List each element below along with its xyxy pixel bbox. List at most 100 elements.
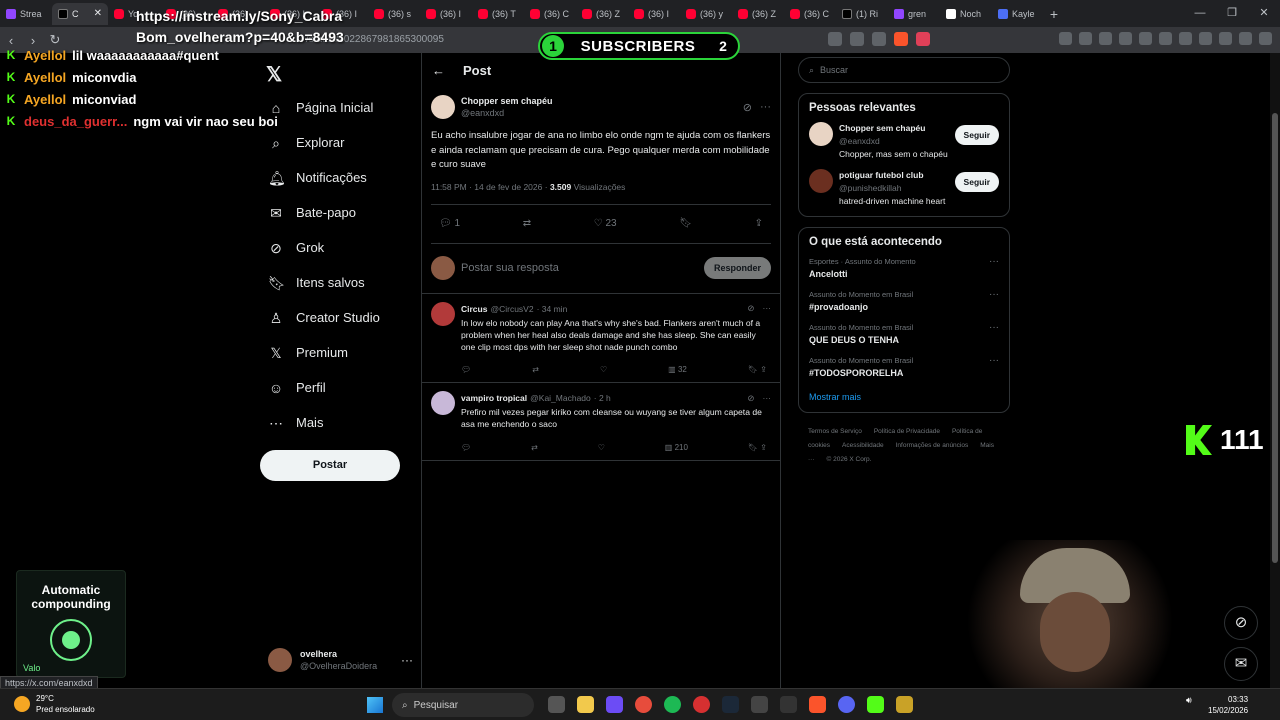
browser-tab[interactable]: (1) Ri xyxy=(836,3,888,25)
follow-button[interactable]: Seguir xyxy=(954,125,999,145)
opera-icon[interactable] xyxy=(693,696,710,713)
trend-item[interactable]: Assunto do Momento em Brasil #TODOSPORORE… xyxy=(809,355,999,380)
brave-shield-icon[interactable] xyxy=(894,32,908,46)
clock[interactable]: 03:33 15/02/2026 xyxy=(1208,694,1248,716)
views-action[interactable]: ▥ 32 xyxy=(668,365,687,374)
nav-item-grok[interactable]: ⊘ Grok xyxy=(260,230,380,265)
windows-start-icon[interactable] xyxy=(367,697,383,713)
cast-icon[interactable] xyxy=(850,32,864,46)
nav-item-perfil[interactable]: ☺ Perfil xyxy=(260,370,380,405)
profile-icon[interactable] xyxy=(1239,32,1252,45)
scrollbar[interactable] xyxy=(1270,53,1280,688)
person-name[interactable]: potiguar futebol club xyxy=(839,169,949,182)
footer-link[interactable]: Termos de Serviço xyxy=(808,428,862,435)
grok-float-button[interactable]: ⊘ xyxy=(1224,606,1258,640)
browser-tab[interactable]: (36) C xyxy=(784,3,836,25)
extension-icon[interactable] xyxy=(1139,32,1152,45)
minimize-icon[interactable]: — xyxy=(1184,0,1216,27)
reply-button[interactable]: Responder xyxy=(703,257,771,279)
post-time[interactable]: 11:58 PM · 14 de fev de 2026 · xyxy=(431,182,548,192)
nav-item-bate-papo[interactable]: ✉ Bate-papo xyxy=(260,195,380,230)
chrome-icon[interactable] xyxy=(635,696,652,713)
extension-icon[interactable] xyxy=(1119,32,1132,45)
browser-tab[interactable]: Kayle xyxy=(992,3,1044,25)
nav-item-itens-salvos[interactable]: 🔖︎ Itens salvos xyxy=(260,265,380,300)
trend-item[interactable]: Esportes · Assunto do Momento Ancelotti ··… xyxy=(809,256,999,281)
apps-icon[interactable] xyxy=(606,696,623,713)
browser-tab[interactable]: Noch xyxy=(940,3,992,25)
back-arrow-icon[interactable]: ← xyxy=(432,63,445,78)
wallet-icon[interactable] xyxy=(1219,32,1232,45)
avatar[interactable] xyxy=(431,95,455,119)
browser-tab[interactable]: (36) T xyxy=(472,3,524,25)
browser-tab[interactable]: (36) I xyxy=(628,3,680,25)
app-icon[interactable] xyxy=(780,696,797,713)
new-tab-icon[interactable]: + xyxy=(1044,6,1064,22)
like-action[interactable]: ♡ 23 xyxy=(594,218,617,229)
avatar[interactable] xyxy=(809,169,833,193)
more-icon[interactable]: ··· xyxy=(989,289,999,314)
share-icon[interactable] xyxy=(872,32,886,46)
extension-icon[interactable] xyxy=(1159,32,1172,45)
more-icon[interactable]: ··· xyxy=(760,101,771,114)
menu-icon[interactable] xyxy=(1259,32,1272,45)
steam-icon[interactable] xyxy=(722,696,739,713)
more-icon[interactable]: ··· xyxy=(763,393,772,404)
grok-icon[interactable]: ⊘ xyxy=(747,393,754,404)
brave-icon[interactable] xyxy=(809,696,826,713)
file-explorer-icon[interactable] xyxy=(577,696,594,713)
trend-item[interactable]: Assunto do Momento em Brasil #provadoanjo… xyxy=(809,289,999,314)
more-icon[interactable]: ··· xyxy=(989,256,999,281)
browser-tab[interactable]: (36) y xyxy=(680,3,732,25)
browser-tab[interactable]: (36) s xyxy=(368,3,420,25)
grok-icon[interactable]: ⊘ xyxy=(747,303,754,314)
grok-icon[interactable]: ⊘ xyxy=(743,101,752,114)
avatar[interactable] xyxy=(431,301,455,326)
app-icon[interactable] xyxy=(896,696,913,713)
reply-author[interactable]: vampiro tropical xyxy=(461,393,527,403)
extension-icon[interactable] xyxy=(1059,32,1072,45)
browser-tab[interactable]: gren xyxy=(888,3,940,25)
footer-link[interactable]: Política de Privacidade xyxy=(874,428,940,435)
speaker-icon[interactable]: 🔊︎ xyxy=(1186,695,1192,706)
sidebar-icon[interactable] xyxy=(1199,32,1212,45)
footer-link[interactable]: Acessibilidade xyxy=(842,442,884,449)
weather-widget[interactable]: 29°C Pred ensolarado xyxy=(14,693,95,715)
task-view-icon[interactable] xyxy=(548,696,565,713)
author-name[interactable]: Chopper sem chapéu xyxy=(461,95,553,107)
browser-tab[interactable]: (36) Z xyxy=(732,3,784,25)
views-action[interactable]: ▥ 210 xyxy=(665,443,688,452)
share-icon[interactable]: ⇪ xyxy=(755,218,763,229)
zoom-icon[interactable] xyxy=(828,32,842,46)
show-more-link[interactable]: Mostrar mais xyxy=(809,392,999,402)
scrollbar-thumb[interactable] xyxy=(1272,113,1278,563)
close-icon[interactable]: ✕ xyxy=(94,8,102,19)
nav-item-mais[interactable]: ⋯ Mais xyxy=(260,405,380,440)
avatar[interactable] xyxy=(809,122,833,146)
trend-item[interactable]: Assunto do Momento em Brasil QUE DEUS O T… xyxy=(809,322,999,347)
repost-icon[interactable]: ⇄ xyxy=(532,365,539,374)
account-switcher[interactable]: ovelhera @OvelheraDoidera ··· xyxy=(268,648,413,672)
more-icon[interactable]: ··· xyxy=(401,653,413,667)
taskbar-search[interactable]: ⌕ Pesquisar xyxy=(392,693,534,717)
extension-icon[interactable] xyxy=(1099,32,1112,45)
browser-tab[interactable]: (36) I xyxy=(420,3,472,25)
rewards-icon[interactable] xyxy=(916,32,930,46)
kick-icon[interactable] xyxy=(867,696,884,713)
reply-input[interactable]: Postar sua resposta xyxy=(461,262,559,274)
nav-item-notifica-es[interactable]: 🔔︎ Notificações xyxy=(260,160,380,195)
reply-action[interactable]: 💬︎ 1 xyxy=(439,218,460,229)
person-name[interactable]: Chopper sem chapéu xyxy=(839,122,949,135)
reply-time[interactable]: · 34 min xyxy=(537,304,568,314)
post-button[interactable]: Postar xyxy=(260,450,400,481)
close-icon[interactable]: ✕ xyxy=(1248,0,1280,27)
reply-time[interactable]: · 2 h xyxy=(594,393,611,403)
reply-icon[interactable]: 💬︎ xyxy=(461,443,471,452)
browser-tab[interactable]: Strea xyxy=(0,3,52,25)
bookmark-icon[interactable]: 🔖︎ xyxy=(748,365,760,374)
avatar[interactable] xyxy=(431,391,455,416)
extension-icon[interactable] xyxy=(1079,32,1092,45)
author-names[interactable]: Chopper sem chapéu @eanxdxd xyxy=(461,95,553,119)
spotify-icon[interactable] xyxy=(664,696,681,713)
app-icon[interactable] xyxy=(751,696,768,713)
